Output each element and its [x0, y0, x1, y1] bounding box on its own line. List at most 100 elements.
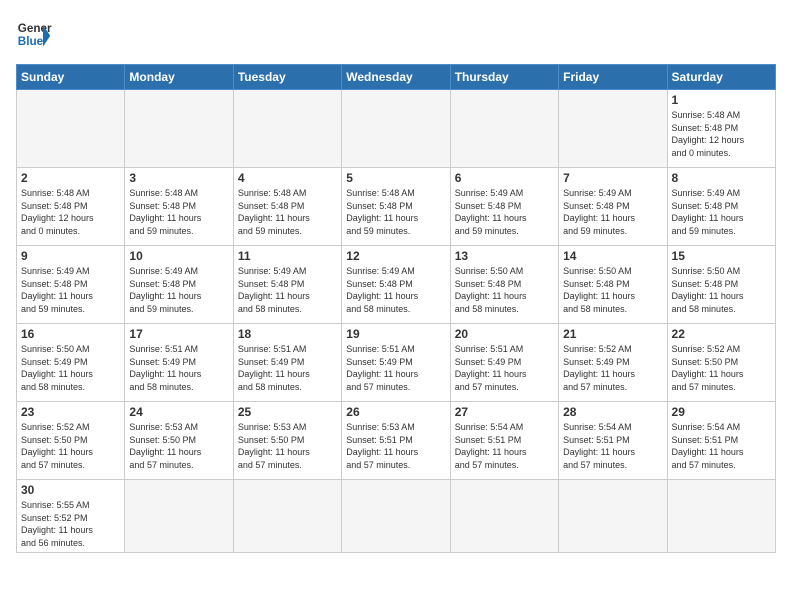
day-number: 29	[672, 405, 771, 419]
day-number: 15	[672, 249, 771, 263]
calendar-week-row: 16Sunrise: 5:50 AM Sunset: 5:49 PM Dayli…	[17, 324, 776, 402]
calendar-cell: 19Sunrise: 5:51 AM Sunset: 5:49 PM Dayli…	[342, 324, 450, 402]
day-number: 18	[238, 327, 337, 341]
day-number: 20	[455, 327, 554, 341]
calendar-cell: 21 Sunrise: 5:52 AM Sunset: 5:49 PM Dayli…	[559, 324, 667, 402]
day-info: Sunrise: 5:53 AM Sunset: 5:50 PM Dayligh…	[129, 421, 228, 471]
day-number: 26	[346, 405, 445, 419]
day-info: Sunrise: 5:50 AM Sunset: 5:48 PM Dayligh…	[563, 265, 662, 315]
calendar-week-row: 30Sunrise: 5:55 AM Sunset: 5:52 PM Dayli…	[17, 480, 776, 553]
calendar-cell: 23 Sunrise: 5:52 AM Sunset: 5:50 PM Dayli…	[17, 402, 125, 480]
day-number: 13	[455, 249, 554, 263]
day-info: Sunrise: 5:49 AM Sunset: 5:48 PM Dayligh…	[238, 265, 337, 315]
day-of-week-header: Monday	[125, 65, 233, 90]
calendar-cell	[559, 90, 667, 168]
day-number: 6	[455, 171, 554, 185]
day-number: 10	[129, 249, 228, 263]
day-number: 21	[563, 327, 662, 341]
calendar-cell: 1 Sunrise: 5:48 AM Sunset: 5:48 PM Daylig…	[667, 90, 775, 168]
day-info: Sunrise: 5:48 AM Sunset: 5:48 PM Dayligh…	[129, 187, 228, 237]
day-number: 9	[21, 249, 120, 263]
calendar-cell	[125, 480, 233, 553]
calendar-cell: 25 Sunrise: 5:53 AM Sunset: 5:50 PM Dayli…	[233, 402, 341, 480]
day-of-week-header: Wednesday	[342, 65, 450, 90]
calendar-cell: 16Sunrise: 5:50 AM Sunset: 5:49 PM Dayli…	[17, 324, 125, 402]
calendar-cell: 3 Sunrise: 5:48 AM Sunset: 5:48 PM Daylig…	[125, 168, 233, 246]
day-info: Sunrise: 5:54 AM Sunset: 5:51 PM Dayligh…	[563, 421, 662, 471]
day-number: 24	[129, 405, 228, 419]
day-info: Sunrise: 5:53 AM Sunset: 5:50 PM Dayligh…	[238, 421, 337, 471]
day-of-week-header: Thursday	[450, 65, 558, 90]
calendar-cell: 24 Sunrise: 5:53 AM Sunset: 5:50 PM Dayli…	[125, 402, 233, 480]
calendar-cell: 9 Sunrise: 5:49 AM Sunset: 5:48 PM Daylig…	[17, 246, 125, 324]
day-info: Sunrise: 5:52 AM Sunset: 5:50 PM Dayligh…	[21, 421, 120, 471]
day-info: Sunrise: 5:51 AM Sunset: 5:49 PM Dayligh…	[346, 343, 445, 393]
day-number: 28	[563, 405, 662, 419]
day-number: 5	[346, 171, 445, 185]
day-info: Sunrise: 5:51 AM Sunset: 5:49 PM Dayligh…	[129, 343, 228, 393]
day-info: Sunrise: 5:55 AM Sunset: 5:52 PM Dayligh…	[21, 499, 120, 549]
day-number: 3	[129, 171, 228, 185]
calendar-cell	[125, 90, 233, 168]
calendar-week-row: 2 Sunrise: 5:48 AM Sunset: 5:48 PM Daylig…	[17, 168, 776, 246]
day-info: Sunrise: 5:53 AM Sunset: 5:51 PM Dayligh…	[346, 421, 445, 471]
calendar-cell	[17, 90, 125, 168]
day-info: Sunrise: 5:48 AM Sunset: 5:48 PM Dayligh…	[346, 187, 445, 237]
day-info: Sunrise: 5:48 AM Sunset: 5:48 PM Dayligh…	[672, 109, 771, 159]
day-number: 22	[672, 327, 771, 341]
day-info: Sunrise: 5:49 AM Sunset: 5:48 PM Dayligh…	[563, 187, 662, 237]
calendar-week-row: 1 Sunrise: 5:48 AM Sunset: 5:48 PM Daylig…	[17, 90, 776, 168]
calendar-cell: 30Sunrise: 5:55 AM Sunset: 5:52 PM Dayli…	[17, 480, 125, 553]
day-number: 27	[455, 405, 554, 419]
day-number: 14	[563, 249, 662, 263]
calendar-table: SundayMondayTuesdayWednesdayThursdayFrid…	[16, 64, 776, 553]
day-info: Sunrise: 5:51 AM Sunset: 5:49 PM Dayligh…	[455, 343, 554, 393]
day-info: Sunrise: 5:50 AM Sunset: 5:48 PM Dayligh…	[455, 265, 554, 315]
day-number: 25	[238, 405, 337, 419]
day-info: Sunrise: 5:49 AM Sunset: 5:48 PM Dayligh…	[455, 187, 554, 237]
calendar-cell: 20 Sunrise: 5:51 AM Sunset: 5:49 PM Dayli…	[450, 324, 558, 402]
day-info: Sunrise: 5:52 AM Sunset: 5:50 PM Dayligh…	[672, 343, 771, 393]
logo-svg: General Blue	[16, 16, 52, 52]
calendar-cell: 2Sunrise: 5:48 AM Sunset: 5:48 PM Daylig…	[17, 168, 125, 246]
calendar-cell	[233, 480, 341, 553]
calendar-header: SundayMondayTuesdayWednesdayThursdayFrid…	[17, 65, 776, 90]
day-info: Sunrise: 5:52 AM Sunset: 5:49 PM Dayligh…	[563, 343, 662, 393]
day-of-week-header: Saturday	[667, 65, 775, 90]
day-number: 11	[238, 249, 337, 263]
calendar-cell: 14 Sunrise: 5:50 AM Sunset: 5:48 PM Dayli…	[559, 246, 667, 324]
day-number: 1	[672, 93, 771, 107]
svg-text:Blue: Blue	[18, 35, 44, 48]
days-header-row: SundayMondayTuesdayWednesdayThursdayFrid…	[17, 65, 776, 90]
calendar-cell: 11 Sunrise: 5:49 AM Sunset: 5:48 PM Dayli…	[233, 246, 341, 324]
day-number: 2	[21, 171, 120, 185]
day-info: Sunrise: 5:54 AM Sunset: 5:51 PM Dayligh…	[455, 421, 554, 471]
day-info: Sunrise: 5:54 AM Sunset: 5:51 PM Dayligh…	[672, 421, 771, 471]
day-number: 7	[563, 171, 662, 185]
day-of-week-header: Friday	[559, 65, 667, 90]
day-info: Sunrise: 5:49 AM Sunset: 5:48 PM Dayligh…	[346, 265, 445, 315]
calendar-cell	[342, 480, 450, 553]
header: General Blue	[16, 16, 776, 52]
calendar-cell: 28 Sunrise: 5:54 AM Sunset: 5:51 PM Dayli…	[559, 402, 667, 480]
calendar-week-row: 23 Sunrise: 5:52 AM Sunset: 5:50 PM Dayli…	[17, 402, 776, 480]
calendar-cell: 12Sunrise: 5:49 AM Sunset: 5:48 PM Dayli…	[342, 246, 450, 324]
calendar-cell	[450, 480, 558, 553]
calendar-cell: 8Sunrise: 5:49 AM Sunset: 5:48 PM Daylig…	[667, 168, 775, 246]
calendar-week-row: 9 Sunrise: 5:49 AM Sunset: 5:48 PM Daylig…	[17, 246, 776, 324]
calendar-cell: 17 Sunrise: 5:51 AM Sunset: 5:49 PM Dayli…	[125, 324, 233, 402]
day-info: Sunrise: 5:49 AM Sunset: 5:48 PM Dayligh…	[672, 187, 771, 237]
day-number: 4	[238, 171, 337, 185]
day-number: 17	[129, 327, 228, 341]
day-number: 23	[21, 405, 120, 419]
calendar-cell: 7 Sunrise: 5:49 AM Sunset: 5:48 PM Daylig…	[559, 168, 667, 246]
day-info: Sunrise: 5:48 AM Sunset: 5:48 PM Dayligh…	[238, 187, 337, 237]
logo: General Blue	[16, 16, 52, 52]
day-info: Sunrise: 5:49 AM Sunset: 5:48 PM Dayligh…	[21, 265, 120, 315]
calendar-cell	[450, 90, 558, 168]
calendar-cell	[233, 90, 341, 168]
day-of-week-header: Tuesday	[233, 65, 341, 90]
calendar-cell: 13 Sunrise: 5:50 AM Sunset: 5:48 PM Dayli…	[450, 246, 558, 324]
calendar-cell: 10Sunrise: 5:49 AM Sunset: 5:48 PM Dayli…	[125, 246, 233, 324]
calendar-cell	[559, 480, 667, 553]
